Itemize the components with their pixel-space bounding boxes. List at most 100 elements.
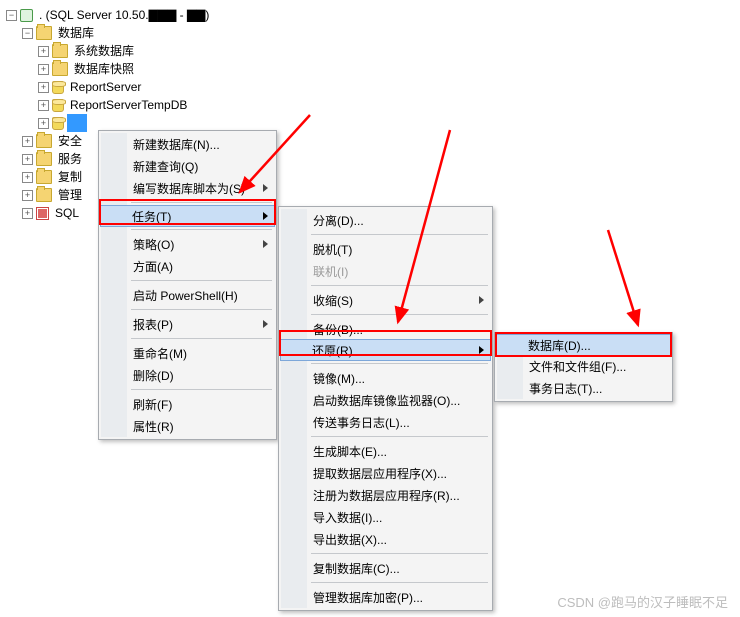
menu-label: 提取数据层应用程序(X)... (313, 465, 447, 482)
menu-copy-database[interactable]: 复制数据库(C)... (281, 557, 490, 579)
menu-separator (131, 280, 272, 281)
folder-icon (36, 26, 52, 40)
menu-restore-database[interactable]: 数据库(D)... (496, 334, 671, 356)
menu-delete[interactable]: 删除(D) (101, 364, 274, 386)
menu-label: 编写数据库脚本为(S) (133, 180, 245, 197)
menu-properties[interactable]: 属性(R) (101, 415, 274, 437)
expand-icon[interactable]: + (22, 136, 33, 147)
menu-separator (311, 436, 488, 437)
menu-offline[interactable]: 脱机(T) (281, 238, 490, 260)
folder-icon (52, 44, 68, 58)
tree-item-label: SQL (52, 204, 82, 222)
menu-label: 还原(R) (312, 342, 353, 359)
menu-shrink[interactable]: 收缩(S) (281, 289, 490, 311)
menu-register-dac[interactable]: 注册为数据层应用程序(R)... (281, 484, 490, 506)
menu-separator (131, 202, 272, 203)
server-label: . (SQL Server 10.50.▇▇▇ - ▇▇) (36, 6, 212, 24)
menu-rename[interactable]: 重命名(M) (101, 342, 274, 364)
menu-script-as[interactable]: 编写数据库脚本为(S) (101, 177, 274, 199)
expand-icon[interactable]: + (22, 208, 33, 219)
menu-tasks[interactable]: 任务(T) (100, 205, 275, 227)
expand-icon[interactable]: + (38, 82, 49, 93)
submenu-arrow-icon (263, 320, 268, 328)
menu-new-query[interactable]: 新建查询(Q) (101, 155, 274, 177)
menu-mirror[interactable]: 镜像(M)... (281, 367, 490, 389)
menu-import-data[interactable]: 导入数据(I)... (281, 506, 490, 528)
submenu-arrow-icon (479, 346, 484, 354)
menu-label: 生成脚本(E)... (313, 443, 387, 460)
menu-separator (311, 285, 488, 286)
menu-restore-txlog[interactable]: 事务日志(T)... (497, 377, 670, 399)
context-menu-restore[interactable]: 数据库(D)... 文件和文件组(F)... 事务日志(T)... (494, 332, 673, 402)
menu-launch-mirror-monitor[interactable]: 启动数据库镜像监视器(O)... (281, 389, 490, 411)
menu-label: 重命名(M) (133, 345, 187, 362)
folder-icon (36, 170, 52, 184)
expand-icon[interactable]: + (22, 172, 33, 183)
menu-facets[interactable]: 方面(A) (101, 255, 274, 277)
server-icon (20, 9, 33, 22)
menu-separator (131, 389, 272, 390)
menu-label: 事务日志(T)... (529, 380, 602, 397)
expand-icon[interactable]: + (38, 100, 49, 111)
tree-item-label: 安全 (55, 132, 85, 150)
collapse-icon[interactable]: − (6, 10, 17, 21)
tree-databases-node[interactable]: − 数据库 (6, 24, 740, 42)
menu-label: 启动 PowerShell(H) (133, 287, 238, 304)
menu-label: 启动数据库镜像监视器(O)... (313, 392, 460, 409)
menu-policies[interactable]: 策略(O) (101, 233, 274, 255)
submenu-arrow-icon (263, 240, 268, 248)
tree-server-node[interactable]: − . (SQL Server 10.50.▇▇▇ - ▇▇) (6, 6, 740, 24)
menu-separator (131, 338, 272, 339)
menu-extract-dac[interactable]: 提取数据层应用程序(X)... (281, 462, 490, 484)
menu-label: 属性(R) (133, 418, 174, 435)
menu-new-database[interactable]: 新建数据库(N)... (101, 133, 274, 155)
tree-item[interactable]: + 系统数据库 (6, 42, 740, 60)
collapse-icon[interactable]: − (22, 28, 33, 39)
menu-separator (311, 582, 488, 583)
menu-separator (131, 229, 272, 230)
menu-restore-files[interactable]: 文件和文件组(F)... (497, 355, 670, 377)
tree-item-label: 系统数据库 (71, 42, 137, 60)
menu-label: 传送事务日志(L)... (313, 414, 410, 431)
menu-label: 镜像(M)... (313, 370, 365, 387)
expand-icon[interactable]: + (38, 118, 49, 129)
menu-separator (131, 309, 272, 310)
menu-label: 复制数据库(C)... (313, 560, 400, 577)
menu-online: 联机(I) (281, 260, 490, 282)
menu-detach[interactable]: 分离(D)... (281, 209, 490, 231)
menu-restore[interactable]: 还原(R) (280, 339, 491, 361)
menu-label: 方面(A) (133, 258, 173, 275)
menu-refresh[interactable]: 刷新(F) (101, 393, 274, 415)
context-menu-database[interactable]: 新建数据库(N)... 新建查询(Q) 编写数据库脚本为(S) 任务(T) 策略… (98, 130, 277, 440)
menu-backup[interactable]: 备份(B)... (281, 318, 490, 340)
menu-label: 注册为数据层应用程序(R)... (313, 487, 460, 504)
menu-label: 备份(B)... (313, 321, 363, 338)
submenu-arrow-icon (263, 184, 268, 192)
menu-label: 任务(T) (132, 208, 171, 225)
menu-label: 新建查询(Q) (133, 158, 198, 175)
tree-item-label: 管理 (55, 186, 85, 204)
expand-icon[interactable]: + (38, 64, 49, 75)
menu-separator (311, 314, 488, 315)
menu-label: 管理数据库加密(P)... (313, 589, 423, 606)
tree-item[interactable]: +ReportServer (6, 78, 740, 96)
folder-icon (36, 188, 52, 202)
folder-icon (52, 62, 68, 76)
expand-icon[interactable]: + (22, 190, 33, 201)
menu-manage-encryption[interactable]: 管理数据库加密(P)... (281, 586, 490, 608)
menu-label: 导入数据(I)... (313, 509, 382, 526)
menu-label: 联机(I) (313, 263, 348, 280)
menu-export-data[interactable]: 导出数据(X)... (281, 528, 490, 550)
menu-generate-scripts[interactable]: 生成脚本(E)... (281, 440, 490, 462)
tree-item[interactable]: +ReportServerTempDB (6, 96, 740, 114)
menu-reports[interactable]: 报表(P) (101, 313, 274, 335)
context-menu-tasks[interactable]: 分离(D)... 脱机(T) 联机(I) 收缩(S) 备份(B)... 还原(R… (278, 206, 493, 611)
menu-ship-log[interactable]: 传送事务日志(L)... (281, 411, 490, 433)
expand-icon[interactable]: + (38, 46, 49, 57)
menu-label: 导出数据(X)... (313, 531, 387, 548)
agent-icon (36, 207, 49, 220)
menu-label: 脱机(T) (313, 241, 352, 258)
tree-item[interactable]: +数据库快照 (6, 60, 740, 78)
menu-powershell[interactable]: 启动 PowerShell(H) (101, 284, 274, 306)
expand-icon[interactable]: + (22, 154, 33, 165)
